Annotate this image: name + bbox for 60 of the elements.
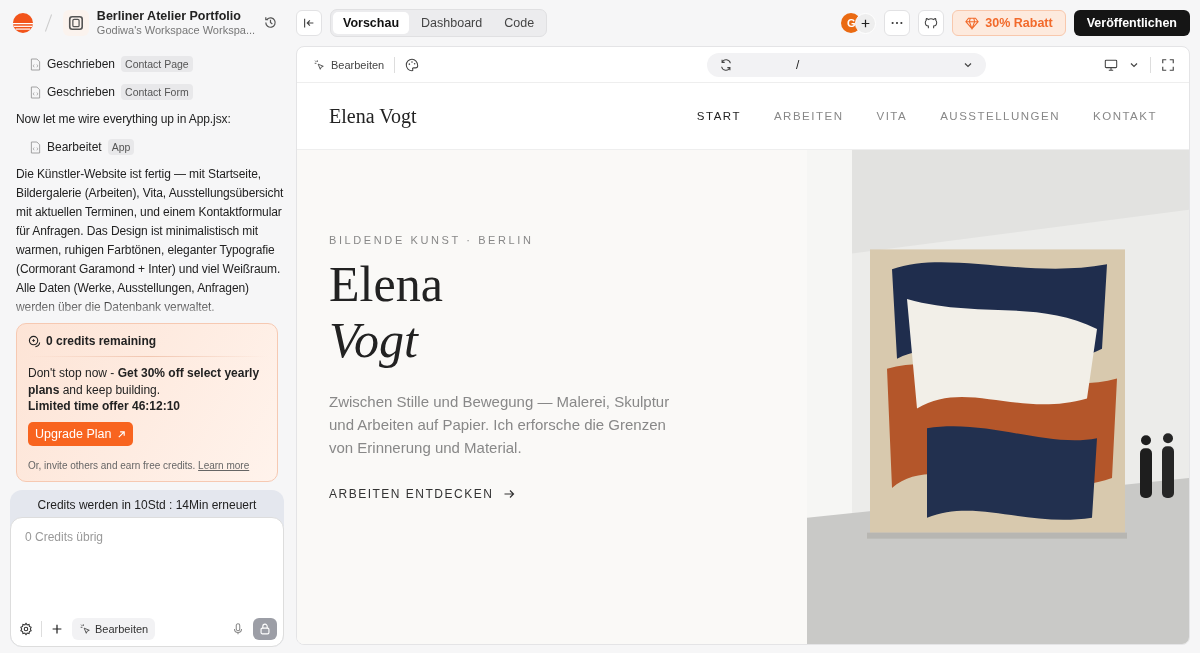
collapse-sidebar-button[interactable] [296, 10, 322, 36]
credits-title: 0 credits remaining [46, 334, 157, 348]
project-title: Berliner Atelier Portfolio [96, 8, 242, 23]
settings-icon[interactable] [19, 622, 33, 636]
nav-link[interactable]: START [696, 110, 741, 122]
learn-more-link[interactable]: Learn more [198, 460, 250, 471]
monitor-icon[interactable] [1104, 57, 1118, 72]
edit-mode-button[interactable]: Bearbeiten [72, 618, 156, 640]
nav-link[interactable]: AUSSTELLUNGEN [940, 110, 1061, 122]
refresh-icon[interactable] [719, 57, 734, 72]
file-tag[interactable]: App [107, 139, 135, 155]
site-logo[interactable]: Elena Vogt [329, 104, 417, 128]
action-label: Geschrieben [47, 57, 116, 71]
arrow-icon [117, 429, 127, 439]
palette-icon[interactable] [405, 57, 420, 72]
nav-link[interactable]: KONTAKT [1093, 110, 1157, 122]
lock-icon [258, 622, 272, 636]
action-label: Geschrieben [47, 85, 116, 99]
file-icon [30, 140, 41, 154]
github-button[interactable] [918, 10, 945, 36]
invite-text: Or, invite others and earn free credits. [28, 460, 196, 471]
publish-button[interactable]: Veröffentlichen [1073, 10, 1190, 36]
cat-icon [924, 16, 939, 30]
explore-link[interactable]: ARBEITEN ENTDECKEN [329, 486, 775, 501]
collapse-icon [302, 16, 316, 30]
url-bar[interactable]: / [707, 52, 987, 77]
hero-intro: Zwischen Stille und Bewegung — Malerei, Skulptur und Arbeiten auf Papier. Ich erforsche die Grenzen von Erinnerung und Material. [329, 391, 671, 458]
file-icon [30, 85, 41, 99]
nav-link[interactable]: ARBEITEN [773, 110, 844, 122]
view-tab[interactable]: Vorschau [333, 12, 410, 34]
diamond-icon [965, 16, 980, 30]
url-path: / [794, 57, 801, 72]
action-label: Bearbeitet [47, 140, 102, 154]
project-icon [62, 9, 89, 36]
renewal-text: Credits werden in 10Std : 14Min erneuert [36, 497, 258, 514]
add-icon[interactable] [855, 12, 877, 34]
workspace-name: Godiwa's Workspace Workspa... [96, 22, 256, 37]
prompt-field[interactable]: 0 Credits übrig Bearbeiten [10, 517, 284, 647]
nav-link[interactable]: VITA [876, 110, 908, 122]
view-tab[interactable]: Dashboard [411, 12, 493, 34]
history-icon[interactable] [263, 15, 278, 30]
coin-icon [28, 334, 41, 348]
fullscreen-icon[interactable] [1161, 57, 1175, 72]
chat-message: Die Künstler-Website ist fertig — mit Startseite, Bildergalerie (Arbeiten), Vita, Ausstellungsübersicht mit aktuellen Terminen, und einem Kontaktformular für Anfragen. Das Design ist minimalistisch mit warmen, ruhigen Farbtönen, eleganter Typografie (Cormorant Garamond + Inter) und viel Weißraum. Alle Daten (Werke, Ausstellungen, Anfragen) werden über die Datenbank verwaltet. [16, 166, 284, 316]
eyebrow-text: BILDENDE KUNST · BERLIN [329, 233, 535, 246]
file-icon [30, 57, 41, 71]
sparkle-cursor-icon [313, 58, 325, 71]
logo-icon[interactable] [12, 11, 34, 34]
arrow-right-icon [503, 487, 516, 500]
edit-button[interactable]: Bearbeiten [313, 58, 385, 71]
offer-timer: Limited time offer 46:12:10 [28, 399, 182, 413]
hero-title: Elena Vogt [329, 255, 444, 368]
chat-message: Now let me wire everything up in App.jsx: [16, 111, 232, 128]
microphone-icon[interactable] [231, 622, 245, 636]
file-tag[interactable]: Contact Form [121, 84, 193, 100]
sparkle-cursor-icon [79, 623, 91, 635]
lock-button[interactable] [253, 618, 277, 640]
view-tab[interactable]: Code [494, 12, 545, 34]
file-tag[interactable]: Contact Page [121, 56, 193, 72]
promo-message: Don't stop now - Get 30% off select yearly plans and keep building. [28, 365, 261, 398]
